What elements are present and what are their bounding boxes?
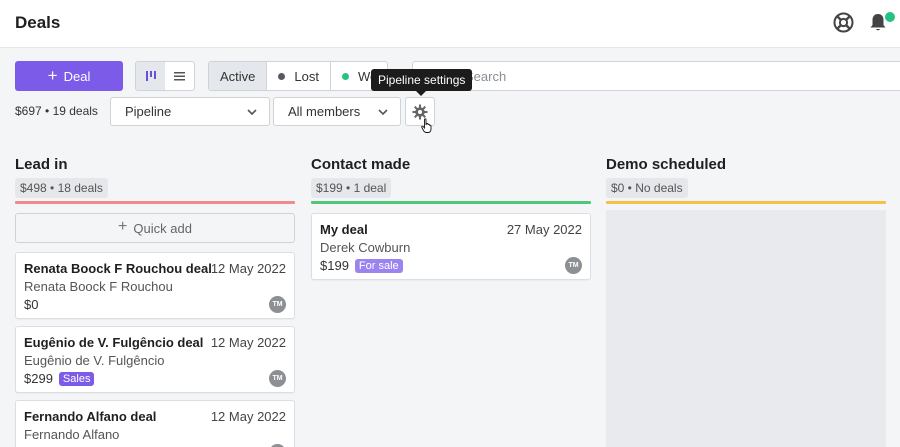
- top-bar: Deals: [0, 0, 900, 48]
- deal-card[interactable]: Fernando Alfano deal 12 May 2022 Fernand…: [15, 400, 295, 447]
- list-icon: [174, 72, 185, 81]
- avatar[interactable]: TM: [269, 370, 286, 387]
- view-toggle: [135, 61, 195, 91]
- plus-icon: +: [47, 65, 58, 85]
- deal-card[interactable]: Renata Boock F Rouchou deal 12 May 2022 …: [15, 252, 295, 319]
- tab-active-label: Active: [220, 68, 256, 84]
- won-dot-icon: [341, 72, 349, 80]
- search-input[interactable]: [412, 61, 900, 91]
- column-stage-bar: [15, 201, 295, 204]
- deal-tag: Sales: [58, 371, 95, 386]
- quick-add-button[interactable]: + Quick add: [15, 213, 295, 243]
- deal-tag: For sale: [354, 258, 403, 273]
- members-select[interactable]: All members: [273, 97, 401, 126]
- column-meta-badge: $498 • 18 deals: [15, 178, 108, 198]
- column-title: Demo scheduled: [606, 156, 727, 173]
- tab-lost[interactable]: Lost: [267, 62, 331, 90]
- quick-add-label: Quick add: [133, 220, 192, 236]
- column-lead-in: Lead in $498 • 18 deals: [15, 156, 295, 204]
- column-meta-badge: $0 • No deals: [606, 178, 688, 198]
- column-stage-bar: [311, 201, 591, 204]
- deal-amount: $299 Sales: [24, 371, 95, 386]
- column-stage-bar: [606, 201, 886, 204]
- deals-summary: $697 • 19 deals: [15, 104, 98, 118]
- deal-date: 12 May 2022: [210, 335, 286, 350]
- deal-person: Fernando Alfano: [24, 427, 120, 442]
- deal-amount: $0: [24, 297, 38, 312]
- page-title: Deals: [15, 13, 61, 32]
- members-select-value: All members: [288, 104, 361, 119]
- notification-dot: [884, 11, 896, 23]
- column-meta-badge: $199 • 1 deal: [311, 178, 392, 198]
- deal-amount-value: $199: [320, 258, 349, 273]
- hand-cursor-icon: [421, 118, 432, 133]
- chevron-down-icon: [378, 109, 388, 116]
- column-title: Lead in: [15, 156, 68, 173]
- column-title: Contact made: [311, 156, 411, 173]
- deal-person: Renata Boock F Rouchou: [24, 279, 173, 294]
- tab-lost-label: Lost: [294, 68, 319, 84]
- deal-date: 27 May 2022: [506, 222, 582, 237]
- chevron-down-icon: [247, 109, 257, 116]
- deal-card[interactable]: My deal 27 May 2022 Derek Cowburn $199 F…: [311, 213, 591, 280]
- deal-amount-value: $299: [24, 371, 53, 386]
- deal-title: Eugênio de V. Fulgêncio deal: [24, 335, 204, 350]
- deal-title: Fernando Alfano deal: [24, 409, 157, 424]
- deal-date: 12 May 2022: [210, 261, 286, 276]
- status-filter: Active Lost Won: [208, 61, 388, 91]
- deal-title: My deal: [320, 222, 368, 237]
- tab-active[interactable]: Active: [209, 62, 268, 90]
- deal-title: Renata Boock F Rouchou deal: [24, 261, 212, 276]
- empty-column-drop-zone[interactable]: [606, 210, 886, 447]
- kanban-view-button[interactable]: [136, 62, 165, 90]
- deal-amount: $199 For sale: [320, 258, 403, 273]
- lifebuoy-icon[interactable]: [833, 12, 854, 33]
- kanban-icon: [145, 71, 156, 81]
- add-deal-button[interactable]: + Deal: [15, 61, 123, 91]
- plus-icon: +: [118, 218, 128, 235]
- pipeline-settings-tooltip: Pipeline settings: [371, 69, 473, 96]
- deal-card[interactable]: Eugênio de V. Fulgêncio deal 12 May 2022…: [15, 326, 295, 393]
- deal-person: Derek Cowburn: [320, 240, 411, 255]
- pipeline-select[interactable]: Pipeline: [110, 97, 270, 126]
- list-view-button[interactable]: [165, 62, 194, 90]
- deal-person: Eugênio de V. Fulgêncio: [24, 353, 165, 368]
- avatar[interactable]: TM: [565, 257, 582, 274]
- pipeline-select-value: Pipeline: [125, 104, 172, 119]
- avatar[interactable]: TM: [269, 296, 286, 313]
- column-contact-made: Contact made $199 • 1 deal: [311, 156, 591, 204]
- add-deal-label: Deal: [63, 68, 91, 84]
- deal-date: 12 May 2022: [210, 409, 286, 424]
- deal-amount-value: $0: [24, 297, 39, 312]
- column-demo-scheduled: Demo scheduled $0 • No deals: [606, 156, 886, 204]
- lost-dot-icon: [278, 72, 286, 80]
